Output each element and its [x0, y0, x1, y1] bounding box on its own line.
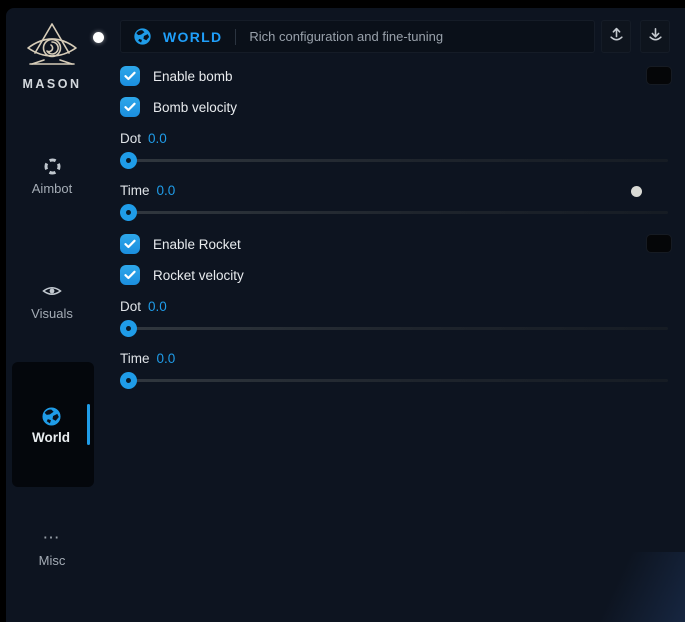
upload-icon	[609, 27, 624, 47]
slider-value: 0.0	[157, 183, 176, 198]
sidebar-item-label: World	[12, 430, 90, 445]
page-subtitle: Rich configuration and fine-tuning	[249, 29, 443, 44]
slider-label-time: Time 0.0	[120, 183, 668, 198]
slider-label-dot: Dot 0.0	[120, 299, 668, 314]
globe-icon	[133, 27, 152, 46]
slider-name: Dot	[120, 299, 141, 314]
color-picker-swatch[interactable]	[646, 234, 672, 253]
corner-glow-decoration	[525, 552, 685, 622]
eye-icon	[12, 281, 92, 301]
slider-track[interactable]	[120, 211, 668, 214]
slider-dot[interactable]	[120, 152, 668, 169]
checkbox-checked-icon[interactable]	[120, 234, 140, 254]
cursor-dot-secondary	[631, 186, 642, 197]
slider-value: 0.0	[148, 131, 167, 146]
sidebar-item-label: Visuals	[12, 306, 92, 321]
sidebar-item-misc[interactable]: ⋯ Misc	[12, 528, 92, 568]
download-icon	[648, 27, 663, 47]
checkbox-checked-icon[interactable]	[120, 66, 140, 86]
active-indicator	[87, 404, 90, 445]
sidebar-item-label: Aimbot	[12, 181, 92, 196]
slider-time[interactable]	[120, 372, 668, 389]
settings-panel: Enable bomb Bomb velocity Dot 0.0 Time 0…	[120, 53, 668, 389]
checkbox-label: Enable Rocket	[153, 237, 241, 252]
slider-handle[interactable]	[120, 372, 137, 389]
download-config-button[interactable]	[640, 20, 670, 53]
checkbox-label: Rocket velocity	[153, 268, 244, 283]
slider-value: 0.0	[157, 351, 176, 366]
slider-name: Dot	[120, 131, 141, 146]
header-divider	[235, 29, 236, 45]
slider-time[interactable]	[120, 204, 668, 221]
checkbox-row-bomb-velocity[interactable]: Bomb velocity	[120, 97, 668, 117]
slider-name: Time	[120, 183, 150, 198]
ellipsis-icon: ⋯	[12, 528, 92, 548]
upload-config-button[interactable]	[601, 20, 631, 53]
slider-dot[interactable]	[120, 320, 668, 337]
page-title: WORLD	[163, 29, 222, 45]
brand-name: MASON	[20, 77, 84, 91]
slider-track[interactable]	[120, 159, 668, 162]
slider-handle[interactable]	[120, 152, 137, 169]
slider-handle[interactable]	[120, 204, 137, 221]
checkbox-row-rocket-velocity[interactable]: Rocket velocity	[120, 265, 668, 285]
cursor-dot	[93, 32, 104, 43]
slider-handle[interactable]	[120, 320, 137, 337]
sidebar-item-aimbot[interactable]: Aimbot	[12, 156, 92, 196]
checkbox-checked-icon[interactable]	[120, 97, 140, 117]
checkbox-row-enable-rocket[interactable]: Enable Rocket	[120, 234, 668, 254]
checkbox-label: Enable bomb	[153, 69, 233, 84]
slider-label-time: Time 0.0	[120, 351, 668, 366]
checkbox-label: Bomb velocity	[153, 100, 237, 115]
color-picker-swatch[interactable]	[646, 66, 672, 85]
page-header: WORLD Rich configuration and fine-tuning	[120, 20, 595, 53]
mason-eye-triangle-icon	[20, 22, 84, 72]
sidebar-item-visuals[interactable]: Visuals	[12, 281, 92, 321]
brand-logo: MASON	[20, 22, 84, 91]
slider-value: 0.0	[148, 299, 167, 314]
crosshair-icon	[12, 156, 92, 176]
checkbox-checked-icon[interactable]	[120, 265, 140, 285]
checkbox-row-enable-bomb[interactable]: Enable bomb	[120, 66, 668, 86]
slider-track[interactable]	[120, 327, 668, 330]
slider-track[interactable]	[120, 379, 668, 382]
slider-name: Time	[120, 351, 150, 366]
sidebar-item-world[interactable]: World	[12, 362, 94, 487]
globe-icon	[12, 406, 90, 427]
slider-label-dot: Dot 0.0	[120, 131, 668, 146]
sidebar-item-label: Misc	[12, 553, 92, 568]
